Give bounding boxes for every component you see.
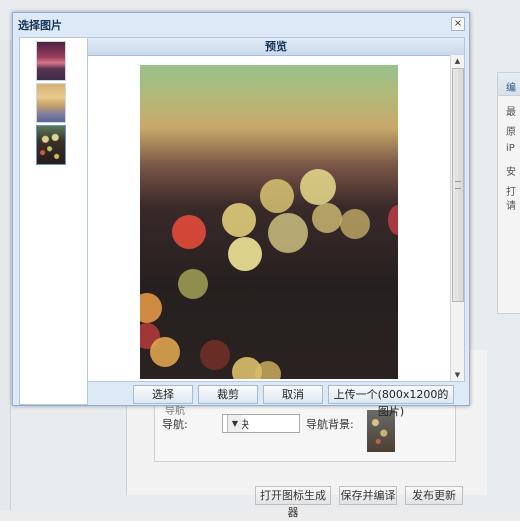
nav-style-select[interactable]: 方块 ▼	[222, 414, 300, 433]
right-panel-line: 打	[506, 187, 516, 198]
save-compile-button[interactable]: 保存并编译	[339, 486, 397, 505]
dialog-title: 选择图片	[18, 19, 62, 32]
nav-background-label: 导航背景:	[306, 418, 354, 431]
bokeh-light	[312, 203, 342, 233]
crop-button[interactable]: 裁剪	[198, 385, 258, 404]
right-info-panel: 编 最 原 iP 安 打 请	[497, 72, 520, 314]
bokeh-light	[172, 215, 206, 249]
bokeh-light	[200, 340, 230, 370]
upload-button[interactable]: 上传一个(800x1200的图片)	[328, 385, 454, 418]
bokeh-light	[268, 213, 308, 253]
cancel-button[interactable]: 取消	[263, 385, 323, 404]
bokeh-light	[340, 209, 370, 239]
bokeh-light	[222, 203, 256, 237]
bokeh-light	[140, 293, 162, 323]
right-panel-line: 最	[506, 107, 516, 118]
thumbnail-list	[19, 37, 88, 405]
nav-label: 导航:	[162, 418, 188, 431]
right-panel-line: 安	[506, 167, 516, 178]
preview-header: 预览	[88, 38, 464, 56]
bokeh-light	[255, 361, 281, 379]
preview-image	[140, 65, 398, 379]
chevron-down-icon: ▼	[227, 415, 242, 432]
right-panel-line: 请	[506, 201, 516, 212]
chevron-up-icon[interactable]: ▲	[451, 55, 464, 67]
bokeh-light	[300, 169, 336, 205]
grip-icon	[455, 181, 461, 189]
image-thumbnail-selected[interactable]	[36, 125, 66, 165]
image-thumbnail[interactable]	[36, 41, 66, 81]
image-thumbnail[interactable]	[36, 83, 66, 123]
open-icon-generator-button[interactable]: 打开图标生成器	[255, 486, 331, 519]
vertical-scrollbar[interactable]: ▲ ▼	[450, 55, 464, 381]
select-image-dialog: 选择图片 × 预览 ▲ ▼ 选择 裁剪 取消 上传一个(800x1200的图片)	[12, 12, 470, 418]
bokeh-light	[178, 269, 208, 299]
select-button[interactable]: 选择	[133, 385, 193, 404]
right-panel-line: iP	[506, 143, 515, 154]
preview-panel: 预览 ▲ ▼	[87, 37, 465, 382]
right-panel-line: 原	[506, 127, 516, 138]
bokeh-light	[260, 179, 294, 213]
left-sidebar	[0, 40, 11, 510]
bokeh-light	[388, 205, 398, 235]
publish-update-button[interactable]: 发布更新	[405, 486, 463, 505]
chevron-down-icon[interactable]: ▼	[451, 369, 464, 381]
right-panel-title: 编	[506, 83, 516, 94]
scrollbar-thumb[interactable]	[452, 68, 464, 302]
bokeh-light	[150, 337, 180, 367]
close-icon[interactable]: ×	[451, 17, 465, 31]
bokeh-light	[228, 237, 262, 271]
